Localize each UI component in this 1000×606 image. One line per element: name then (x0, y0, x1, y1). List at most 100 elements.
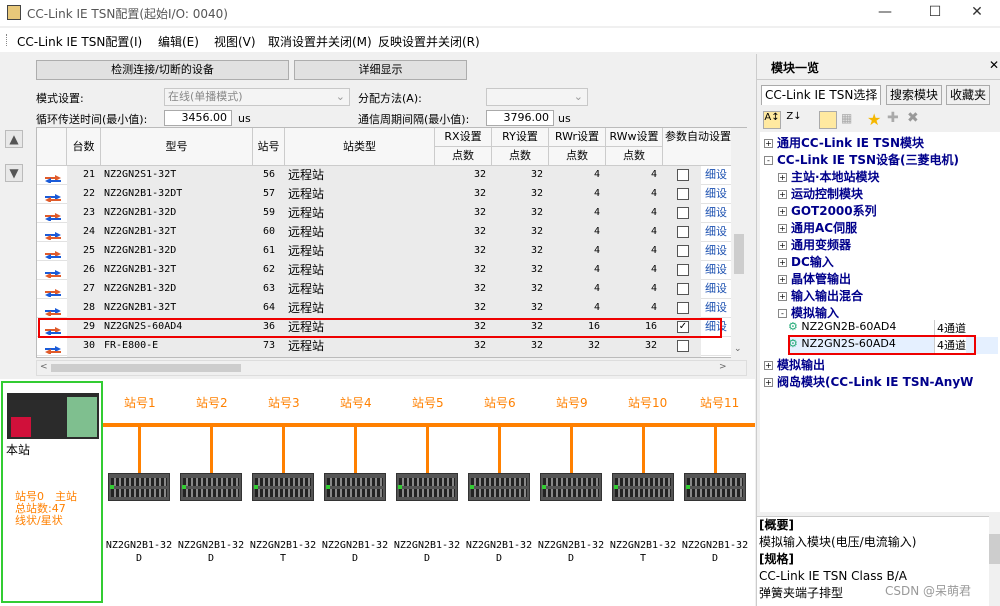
desc-scroll-thumb[interactable] (989, 534, 1000, 564)
add-favorite-icon[interactable]: ✚ (887, 110, 899, 126)
tree-node[interactable]: + 通用CC-Link IE TSN模块 (764, 134, 924, 151)
tab-tsn-select[interactable]: CC-Link IE TSN选择 (761, 85, 882, 105)
star-icon[interactable]: ★ (867, 110, 881, 129)
host-info: 站号0 主站 总站数:47 线状/星状 (15, 490, 77, 527)
cell-icon (37, 356, 67, 357)
tree-node[interactable]: + 通用AC伺服 (778, 219, 857, 236)
tree-node[interactable]: + 输入输出混合 (778, 287, 863, 304)
sort-az-icon[interactable]: A↕ (763, 111, 781, 129)
detect-devices-button[interactable]: 检测连接/切断的设备 (36, 60, 289, 80)
tree-node[interactable]: + 通用变频器 (778, 236, 851, 253)
station-arrow-icon (45, 267, 61, 279)
host-station[interactable]: 本站 站号0 主站 总站数:47 线状/星状 (1, 381, 103, 603)
param-auto-checkbox[interactable] (677, 245, 689, 257)
table-row[interactable]: 24 NZ2GN2B1-32T 60 远程站 32 32 4 4 细设 (37, 223, 746, 242)
chevron-right-icon[interactable]: > (719, 362, 727, 372)
remote-io-device-icon[interactable] (252, 473, 314, 501)
selected-module-highlight (788, 335, 976, 355)
remote-io-device-icon[interactable] (612, 473, 674, 501)
menu-edit[interactable]: 编辑(E) (158, 33, 199, 50)
cell-rww: 4 (606, 223, 663, 242)
station-device-name: NZ2GN2B1-32 D (177, 540, 245, 564)
param-auto-checkbox[interactable] (677, 264, 689, 276)
cell-icon (37, 204, 67, 223)
tree-node[interactable]: + 运动控制模块 (778, 185, 863, 202)
table-vscroll[interactable]: ⌄ (731, 128, 747, 358)
cell-n (67, 356, 101, 357)
table-row[interactable]: 远程站 (37, 356, 746, 357)
remote-io-device-icon[interactable] (108, 473, 170, 501)
cell-rx: 32 (435, 204, 492, 223)
tree-node[interactable]: + GOT2000系列 (778, 202, 877, 219)
station-branch-line (642, 427, 645, 473)
param-auto-checkbox[interactable] (677, 340, 689, 352)
remote-io-device-icon[interactable] (396, 473, 458, 501)
station-device-name: NZ2GN2B1-32 D (393, 540, 461, 564)
category-view-icon[interactable] (819, 111, 837, 129)
hscroll-thumb[interactable] (51, 364, 241, 372)
station-arrow-icon (45, 191, 61, 203)
col-icon (37, 128, 67, 166)
tree-node[interactable]: - CC-Link IE TSN设备(三菱电机) (764, 151, 959, 168)
table-row[interactable]: 30 FR-E800-E 73 远程站 32 32 32 32 (37, 337, 746, 356)
param-auto-checkbox[interactable] (677, 207, 689, 219)
chevron-left-icon[interactable]: < (40, 362, 48, 372)
minimize-button[interactable]: — (862, 0, 908, 26)
menu-config[interactable]: CC-Link IE TSN配置(I) (17, 33, 142, 50)
detail-display-button[interactable]: 详细显示 (294, 60, 467, 80)
vscroll-thumb[interactable] (734, 234, 744, 274)
cell-type: 远程站 (285, 337, 435, 356)
param-auto-checkbox[interactable] (677, 302, 689, 314)
move-down-button[interactable]: ▼ (5, 164, 23, 182)
tree-node[interactable]: + 晶体管输出 (778, 270, 851, 287)
sort-za-icon[interactable]: Z↓ (785, 111, 803, 129)
remote-io-device-icon[interactable] (540, 473, 602, 501)
close-button[interactable]: ✕ (954, 0, 1000, 26)
table-row[interactable]: 23 NZ2GN2B1-32D 59 远程站 32 32 4 4 细设 (37, 204, 746, 223)
table-row[interactable]: 22 NZ2GN2B1-32DT 57 远程站 32 32 4 4 细设 (37, 185, 746, 204)
cell-n: 23 (67, 204, 101, 223)
tree-node[interactable]: + 主站·本地站模块 (778, 168, 880, 185)
tree-node[interactable]: + DC输入 (778, 253, 834, 270)
station-branch-line (210, 427, 213, 473)
move-up-button[interactable]: ▲ (5, 130, 23, 148)
tree-valve-module[interactable]: + 阀岛模块(CC-Link IE TSN-AnyW (764, 373, 973, 390)
remote-io-device-icon[interactable] (324, 473, 386, 501)
cell-rwr: 4 (549, 299, 606, 318)
table-hscroll[interactable]: < > (36, 360, 747, 376)
mode-select[interactable]: 在线(单播模式) ⌄ (164, 88, 350, 106)
panel-close-icon[interactable]: ✕ (989, 58, 999, 72)
tab-search[interactable]: 搜索模块 (886, 85, 943, 105)
chevron-down-icon[interactable]: ⌄ (734, 344, 742, 354)
cell-ry: 32 (492, 204, 549, 223)
remote-io-device-icon[interactable] (180, 473, 242, 501)
station-arrow-icon (45, 305, 61, 317)
cycle-time-field: 3456.00 (164, 110, 232, 126)
tree-analog-output[interactable]: + 模拟输出 (764, 356, 825, 373)
param-auto-checkbox[interactable] (677, 188, 689, 200)
list-view-icon[interactable]: ▦ (841, 111, 859, 129)
cell-rwr: 4 (549, 185, 606, 204)
table-row[interactable]: 28 NZ2GN2B1-32T 64 远程站 32 32 4 4 细设 (37, 299, 746, 318)
split-select[interactable]: ⌄ (486, 88, 588, 106)
remote-io-device-icon[interactable] (684, 473, 746, 501)
station-device-name: NZ2GN2B1-32 D (105, 540, 173, 564)
maximize-button[interactable]: ☐ (912, 0, 958, 26)
delete-icon[interactable]: ✖ (907, 110, 919, 126)
menu-cancel-close[interactable]: 取消设置并关闭(M) (268, 33, 372, 50)
table-row[interactable]: 21 NZ2GN2S1-32T 56 远程站 32 32 4 4 细设 (37, 166, 746, 185)
menu-view[interactable]: 视图(V) (214, 33, 256, 50)
tree-node[interactable]: - 模拟输入 (778, 304, 839, 321)
table-row[interactable]: 26 NZ2GN2B1-32T 62 远程站 32 32 4 4 细设 (37, 261, 746, 280)
menu-apply-close[interactable]: 反映设置并关闭(R) (378, 33, 480, 50)
param-auto-checkbox[interactable] (677, 226, 689, 238)
network-bus-line (103, 423, 755, 427)
param-auto-checkbox[interactable] (677, 169, 689, 181)
expand-icon: - (764, 156, 773, 165)
param-auto-checkbox[interactable] (677, 283, 689, 295)
table-row[interactable]: 25 NZ2GN2B1-32D 61 远程站 32 32 4 4 细设 (37, 242, 746, 261)
table-row[interactable]: 27 NZ2GN2B1-32D 63 远程站 32 32 4 4 细设 (37, 280, 746, 299)
remote-io-device-icon[interactable] (468, 473, 530, 501)
tab-favorites[interactable]: 收藏夹 (946, 85, 991, 105)
cell-rx: 32 (435, 242, 492, 261)
